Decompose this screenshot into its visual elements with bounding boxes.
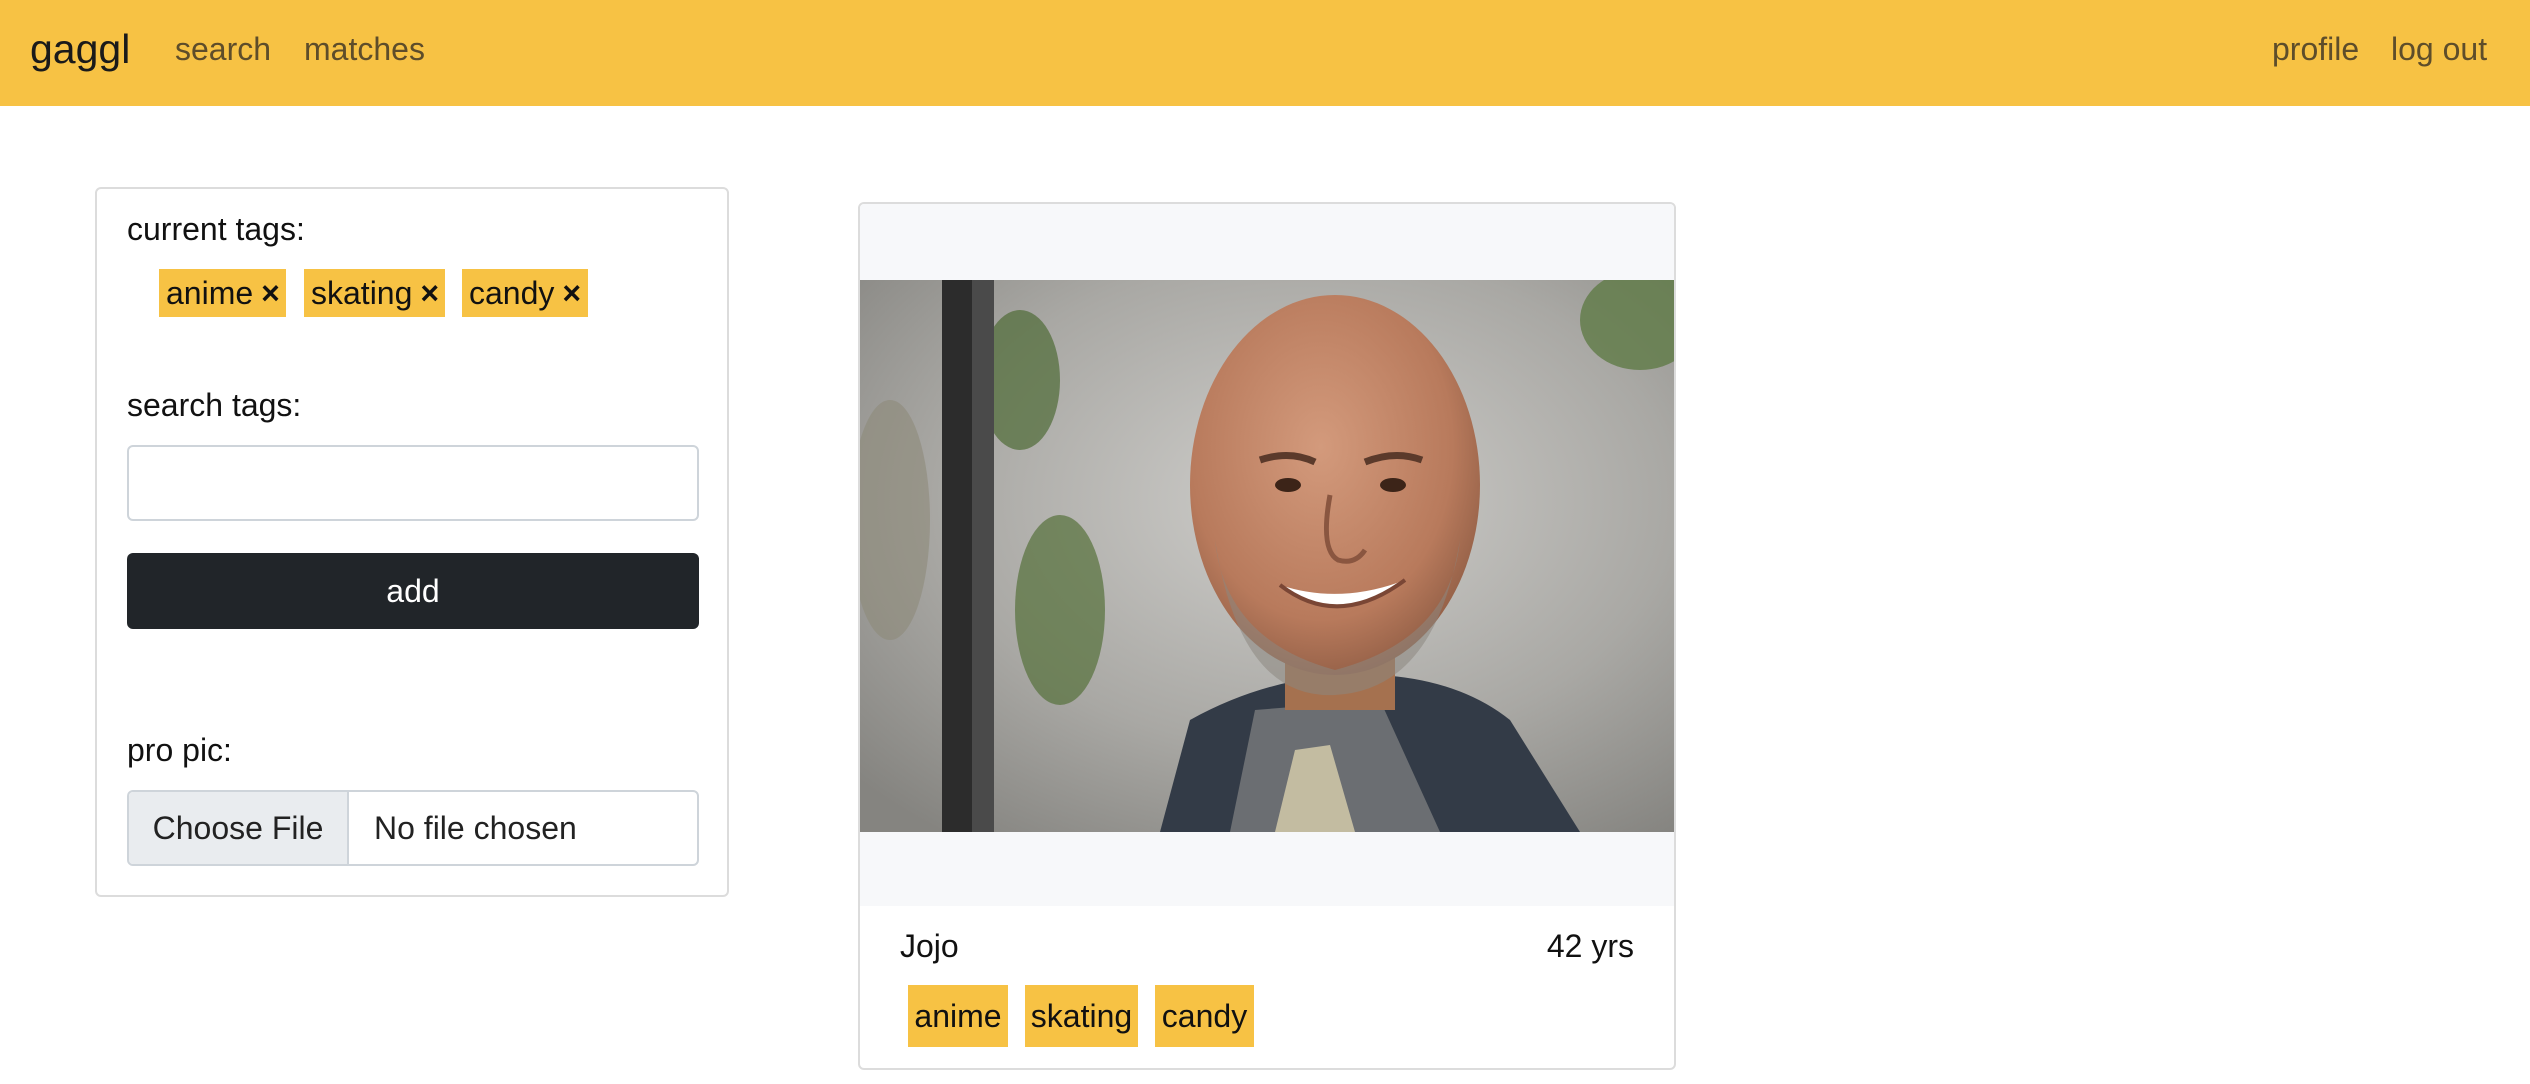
brand-logo[interactable]: gaggl	[30, 26, 130, 73]
remove-tag-icon[interactable]: ×	[261, 275, 280, 311]
navbar: gaggl search matches profile log out	[0, 0, 2530, 106]
pro-pic-file-input[interactable]: Choose File No file chosen	[127, 790, 699, 866]
profile-name: Jojo	[900, 928, 959, 964]
nav-search-link[interactable]: search	[175, 31, 271, 68]
search-tags-input[interactable]	[127, 445, 699, 521]
search-tags-label: search tags:	[127, 387, 302, 423]
remove-tag-icon[interactable]: ×	[420, 275, 439, 311]
current-tag-candy: candy ×	[462, 269, 588, 317]
profile-tag-anime: anime	[908, 985, 1008, 1047]
profile-tag-skating: skating	[1025, 985, 1138, 1047]
add-tag-button[interactable]: add	[127, 553, 699, 629]
tag-label: anime	[166, 275, 254, 311]
tags-panel: current tags: anime × skating × candy × sea…	[95, 187, 729, 897]
choose-file-button[interactable]: Choose File	[129, 792, 349, 864]
remove-tag-icon[interactable]: ×	[562, 275, 581, 311]
current-tags-label: current tags:	[127, 211, 305, 247]
profile-tag-candy: candy	[1155, 985, 1254, 1047]
file-status-text: No file chosen	[374, 810, 577, 846]
pro-pic-label: pro pic:	[127, 732, 232, 768]
nav-matches-link[interactable]: matches	[304, 31, 425, 68]
nav-profile-link[interactable]: profile	[2272, 31, 2359, 68]
profile-photo-image	[860, 280, 1674, 832]
profile-age: 42 yrs	[1546, 928, 1634, 964]
current-tag-skating: skating ×	[304, 269, 445, 317]
nav-logout-link[interactable]: log out	[2391, 31, 2487, 68]
card-header	[860, 204, 1674, 280]
profile-photo	[860, 280, 1674, 832]
tag-label: candy	[469, 275, 555, 311]
profile-card: Jojo 42 yrs anime skating candy	[858, 202, 1676, 1070]
tag-label: skating	[311, 275, 413, 311]
current-tag-anime: anime ×	[159, 269, 286, 317]
card-photo-footer	[860, 832, 1674, 906]
